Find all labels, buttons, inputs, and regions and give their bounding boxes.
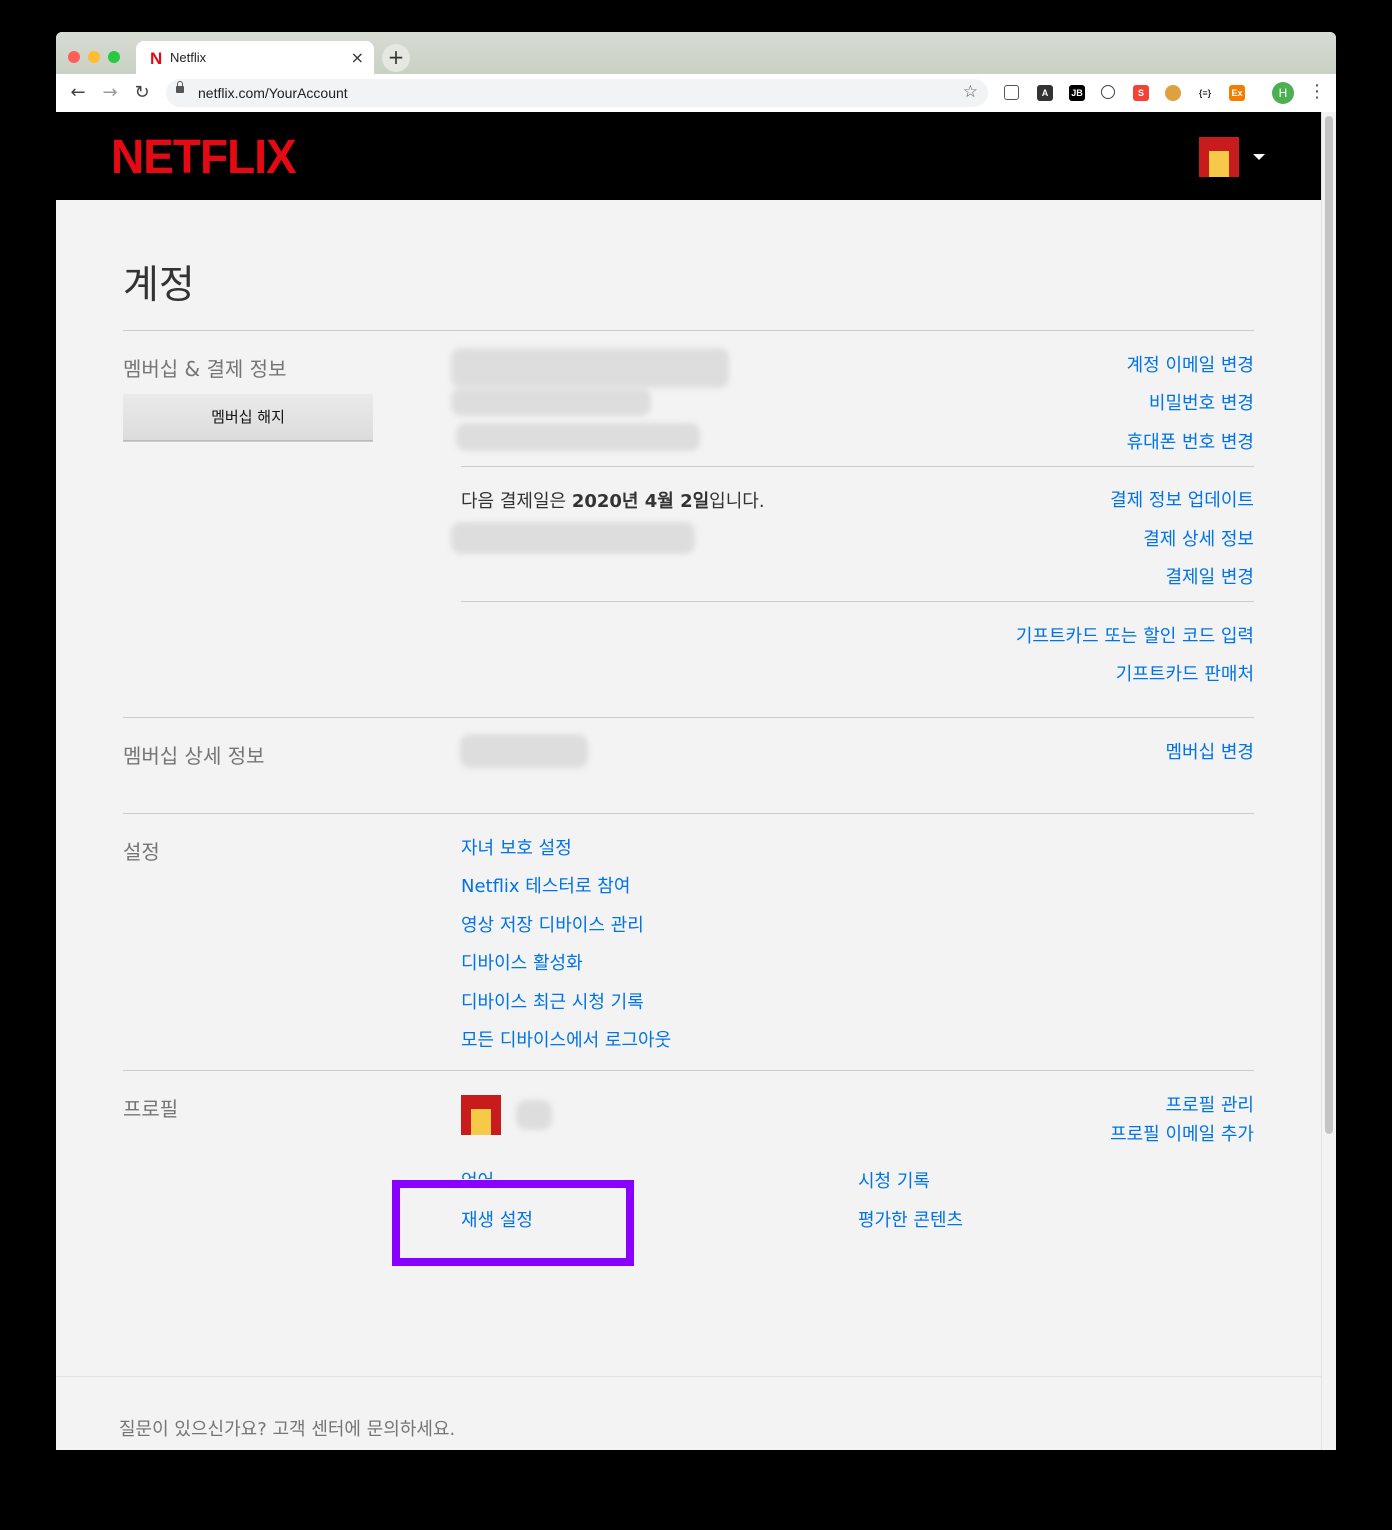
change-billing-day-link[interactable]: 결제일 변경 xyxy=(1165,563,1254,589)
new-tab-button[interactable]: + xyxy=(382,44,410,72)
gift-card-stores-link[interactable]: 기프트카드 판매처 xyxy=(1116,660,1254,686)
redeem-gift-link[interactable]: 기프트카드 또는 할인 코드 입력 xyxy=(1016,622,1254,648)
divider xyxy=(461,466,1254,467)
url-text: netflix.com/YourAccount xyxy=(198,85,348,101)
change-plan-link[interactable]: 멤버십 변경 xyxy=(1165,738,1254,764)
browser-menu-icon[interactable]: ⋮ xyxy=(1308,81,1326,102)
netflix-logo[interactable]: NETFLIX xyxy=(111,128,297,185)
reload-icon[interactable]: ↻ xyxy=(130,81,154,105)
redacted-profile-name xyxy=(516,1100,552,1130)
profile-section-label: 프로필 xyxy=(123,1097,179,1121)
extension-ex-icon[interactable]: Ex xyxy=(1229,85,1245,101)
tab-close-icon[interactable]: × xyxy=(351,48,364,67)
address-bar[interactable]: netflix.com/YourAccount ☆ xyxy=(166,79,988,107)
billing-suffix: 입니다. xyxy=(709,491,765,512)
divider xyxy=(123,1070,1254,1071)
browser-toolbar: ← → ↻ netflix.com/YourAccount ☆ A JB S {… xyxy=(56,74,1336,113)
divider xyxy=(123,813,1254,814)
redacted-plan xyxy=(460,734,588,768)
add-profile-email-link[interactable]: 프로필 이메일 추가 xyxy=(1110,1120,1254,1146)
next-billing-text: 다음 결제일은 2020년 4월 2일입니다. xyxy=(461,487,765,513)
extension-clock-icon[interactable] xyxy=(1101,85,1115,99)
settings-section-label: 설정 xyxy=(123,840,160,864)
change-phone-link[interactable]: 휴대폰 번호 변경 xyxy=(1127,428,1254,454)
change-password-link[interactable]: 비밀번호 변경 xyxy=(1149,389,1254,415)
redacted-email-2 xyxy=(451,388,651,416)
ratings-link[interactable]: 평가한 콘텐츠 xyxy=(858,1206,963,1232)
netflix-header: NETFLIX xyxy=(56,112,1321,200)
title-bar: N Netflix × + xyxy=(56,32,1336,74)
membership-section-label: 멤버십 & 결제 정보 xyxy=(123,357,287,381)
language-link[interactable]: 언어 xyxy=(461,1167,494,1179)
billing-date: 2020년 4월 2일 xyxy=(571,491,710,512)
divider xyxy=(123,330,1254,331)
update-payment-link[interactable]: 결제 정보 업데이트 xyxy=(1110,486,1254,512)
divider xyxy=(461,601,1254,602)
manage-profiles-link[interactable]: 프로필 관리 xyxy=(1165,1091,1254,1117)
divider xyxy=(123,717,1254,718)
browser-profile-avatar[interactable]: H xyxy=(1272,82,1294,104)
viewing-activity-link[interactable]: 시청 기록 xyxy=(858,1167,930,1193)
scrollbar[interactable] xyxy=(1321,112,1336,1450)
back-icon[interactable]: ← xyxy=(66,81,90,105)
redacted-payment xyxy=(451,522,695,554)
json-icon[interactable]: {≡} xyxy=(1197,85,1213,101)
extension-jb-icon[interactable]: JB xyxy=(1069,85,1085,101)
test-participation-link[interactable]: Netflix 테스터로 참여 xyxy=(461,872,630,898)
avatar-face xyxy=(1209,151,1229,177)
highlight-box xyxy=(392,1180,634,1266)
extension-a-icon[interactable]: A xyxy=(1037,85,1053,101)
parental-controls-link[interactable]: 자녀 보호 설정 xyxy=(461,834,572,860)
tab-title: Netflix xyxy=(170,50,207,65)
redacted-phone xyxy=(456,423,700,451)
footer: 질문이 있으신가요? 고객 센터에 문의하세요. xyxy=(56,1376,1321,1450)
close-window-button[interactable] xyxy=(68,51,80,63)
caret-down-icon[interactable] xyxy=(1253,154,1265,160)
profile-avatar[interactable] xyxy=(1199,137,1239,177)
extension-s-icon[interactable]: S xyxy=(1133,85,1149,101)
browser-window: N Netflix × + ← → ↻ netflix.com/YourAcco… xyxy=(56,32,1336,1450)
zoom-window-button[interactable] xyxy=(108,51,120,63)
pocket-icon[interactable] xyxy=(1004,85,1019,100)
help-question-text[interactable]: 질문이 있으신가요? 고객 센터에 문의하세요. xyxy=(119,1415,455,1441)
forward-icon[interactable]: → xyxy=(98,81,122,105)
activate-device-link[interactable]: 디바이스 활성화 xyxy=(461,949,583,975)
manage-download-devices-link[interactable]: 영상 저장 디바이스 관리 xyxy=(461,911,644,937)
recent-device-activity-link[interactable]: 디바이스 최근 시청 기록 xyxy=(461,988,644,1014)
profile-avatar-small[interactable] xyxy=(461,1095,501,1135)
change-email-link[interactable]: 계정 이메일 변경 xyxy=(1127,351,1254,377)
scrollbar-thumb[interactable] xyxy=(1325,116,1333,1134)
billing-details-link[interactable]: 결제 상세 정보 xyxy=(1143,525,1254,551)
plan-section-label: 멤버십 상세 정보 xyxy=(123,744,265,768)
page-title: 계정 xyxy=(123,263,195,308)
redacted-email xyxy=(451,348,729,388)
avatar-face xyxy=(471,1109,491,1135)
cookie-icon[interactable] xyxy=(1165,85,1181,101)
cancel-membership-button[interactable]: 멤버십 해지 xyxy=(123,394,373,441)
lock-icon xyxy=(176,81,184,93)
window-controls xyxy=(68,48,128,67)
billing-prefix: 다음 결제일은 xyxy=(461,491,572,512)
bookmark-star-icon[interactable]: ☆ xyxy=(963,82,978,102)
netflix-favicon-icon: N xyxy=(150,49,163,68)
sign-out-all-devices-link[interactable]: 모든 디바이스에서 로그아웃 xyxy=(461,1026,671,1052)
browser-tab[interactable]: N Netflix × xyxy=(136,41,374,74)
minimize-window-button[interactable] xyxy=(88,51,100,63)
